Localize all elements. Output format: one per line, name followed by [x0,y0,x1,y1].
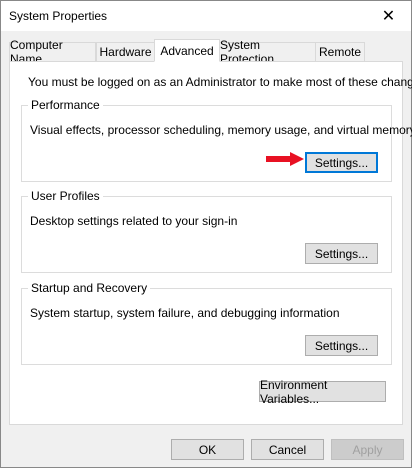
system-properties-window: System Properties ✕ Computer Name Hardwa… [0,0,412,468]
button-label: Settings... [314,155,369,170]
button-label: Apply [352,442,383,457]
startup-recovery-label: Startup and Recovery [28,281,151,295]
close-button[interactable]: ✕ [366,1,411,31]
close-icon: ✕ [381,8,396,25]
admin-note: You must be logged on as an Administrato… [28,75,412,89]
user-profiles-label: User Profiles [28,189,103,203]
performance-settings-button[interactable]: Settings... [305,152,378,173]
environment-variables-button[interactable]: Environment Variables... [259,378,386,406]
red-arrow-icon [266,152,304,166]
tab-advanced[interactable]: Advanced [154,39,220,62]
advanced-tab-panel: You must be logged on as an Administrato… [9,61,412,425]
tab-label: Remote [318,45,362,59]
tab-hardware[interactable]: Hardware [96,42,155,61]
button-label: Environment Variables... [260,377,328,406]
startup-recovery-group: Startup and Recovery System startup, sys… [21,281,392,365]
apply-button: Apply [331,439,404,460]
performance-label: Performance [28,98,103,112]
startup-recovery-settings-button[interactable]: Settings... [305,335,378,356]
tab-label: Hardware [99,45,152,59]
title-bar: System Properties ✕ [1,1,411,31]
user-profiles-settings-button[interactable]: Settings... [305,243,378,264]
button-label: Settings... [314,338,369,353]
user-profiles-description: Desktop settings related to your sign-in [30,214,238,228]
tab-system-protection[interactable]: System Protection [219,38,316,66]
button-label: OK [198,442,217,457]
button-label: Settings... [314,246,369,261]
performance-description: Visual effects, processor scheduling, me… [30,123,412,137]
tab-label: Advanced [160,43,214,58]
tab-computer-name[interactable]: Computer Name [9,38,96,66]
tab-remote[interactable]: Remote [315,42,365,61]
window-title: System Properties [9,9,108,23]
ok-button[interactable]: OK [171,439,244,460]
cancel-button[interactable]: Cancel [251,439,324,460]
performance-group: Performance Visual effects, processor sc… [21,98,412,182]
startup-recovery-description: System startup, system failure, and debu… [30,306,340,320]
button-label: Cancel [268,442,307,457]
user-profiles-group: User Profiles Desktop settings related t… [21,189,392,273]
